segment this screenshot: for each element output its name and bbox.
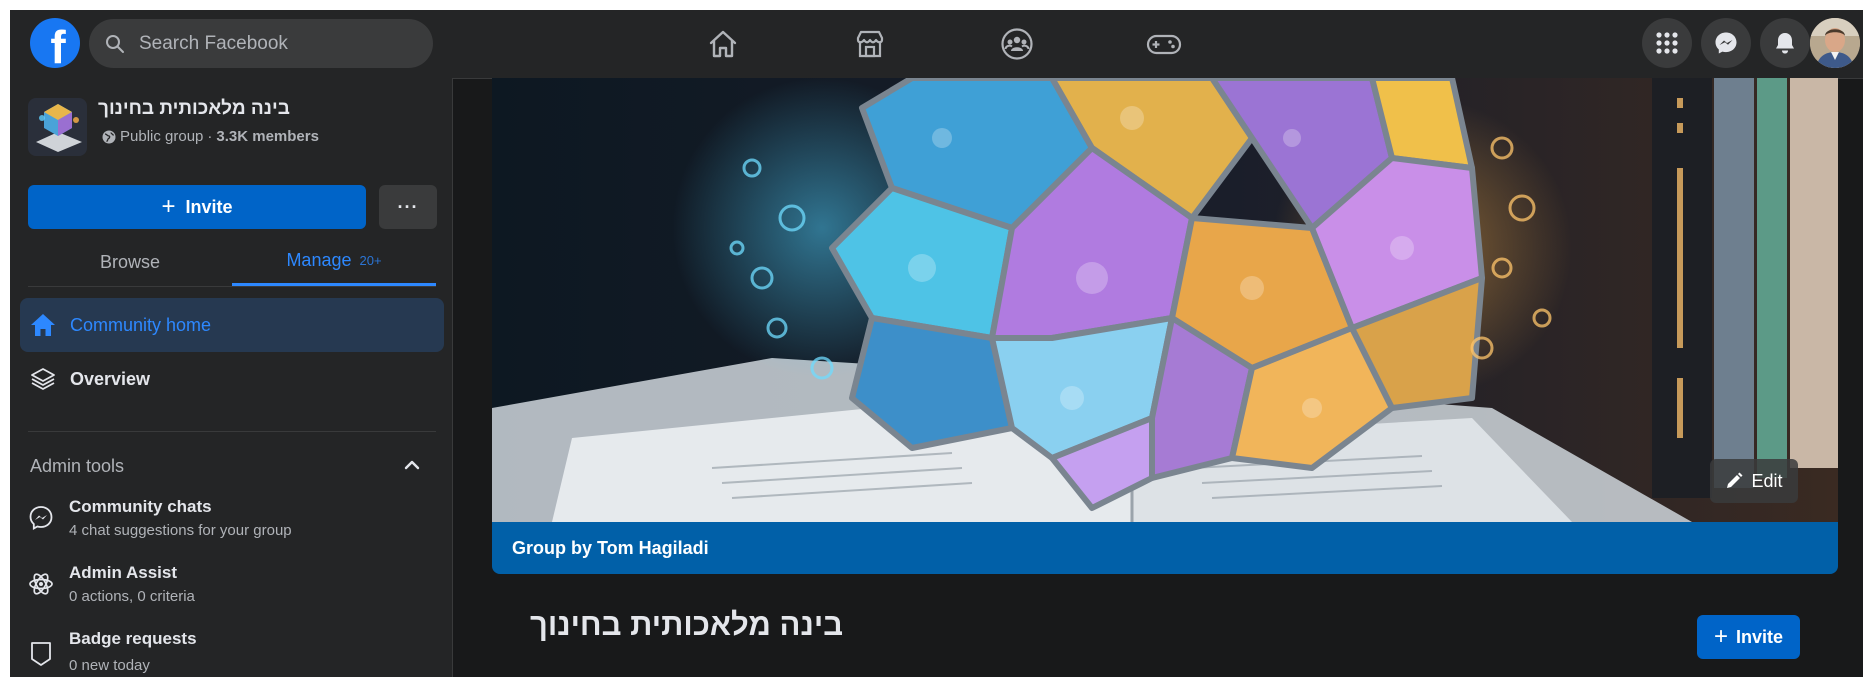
group-meta: Public group · 3.3K members xyxy=(102,128,319,145)
groups-tab[interactable] xyxy=(972,18,1062,70)
facebook-logo[interactable]: f xyxy=(30,18,80,68)
home-tab[interactable] xyxy=(678,18,768,70)
sidebar-item-label: Overview xyxy=(70,368,151,389)
badge-icon xyxy=(28,641,54,667)
admin-tools-heading: Admin tools xyxy=(30,456,125,476)
sidebar-item-overview[interactable]: Overview xyxy=(20,352,444,406)
main-invite-button[interactable]: + Invite xyxy=(1697,615,1800,659)
tab-manage-label: Manage xyxy=(286,250,352,270)
sidebar-group-name[interactable]: בינה מלאכותית בחינוך xyxy=(98,98,290,120)
gaming-tab[interactable] xyxy=(1119,18,1209,70)
marketplace-tab[interactable] xyxy=(825,18,915,70)
manage-badge: 20+ xyxy=(359,253,382,268)
sidebar-divider xyxy=(28,431,436,432)
page-title[interactable]: בינה מלאכותית בחינוך xyxy=(530,607,843,643)
group-member-count[interactable]: 3.3K members xyxy=(216,128,319,145)
group-by-banner: Group by Tom Hagiladi xyxy=(492,522,1838,574)
tool-subtitle: 0 new today xyxy=(69,657,150,674)
menu-button[interactable] xyxy=(1642,18,1692,68)
marketplace-icon xyxy=(856,30,884,58)
gaming-icon xyxy=(1146,34,1182,55)
profile-photo xyxy=(1810,18,1860,68)
chevron-up-icon[interactable] xyxy=(403,458,421,477)
tabs-divider xyxy=(28,286,436,287)
messenger-button[interactable] xyxy=(1701,18,1751,68)
tool-title: Admin Assist xyxy=(69,563,178,582)
top-navigation-bar: f xyxy=(10,10,1863,79)
edit-cover-button[interactable]: Edit xyxy=(1710,459,1798,503)
home-icon xyxy=(28,313,58,337)
group-privacy[interactable]: Public group xyxy=(120,128,203,145)
sidebar-item-label: Community home xyxy=(70,314,212,335)
search-icon xyxy=(106,34,124,53)
messenger-icon xyxy=(1715,32,1737,54)
messenger-outline-icon xyxy=(28,505,54,531)
facebook-logo-letter: f xyxy=(50,21,66,68)
group-thumbnail-image xyxy=(28,98,87,156)
tab-manage[interactable]: Manage 20+ xyxy=(232,238,436,286)
sidebar-invite-button[interactable]: + Invite xyxy=(28,185,366,229)
atom-icon xyxy=(28,571,54,597)
group-thumbnail[interactable] xyxy=(28,98,87,156)
group-sidebar: בינה מלאכותית בחינוך Public group · 3.3K… xyxy=(10,78,453,677)
facebook-window: f Search Facebook בינה מלאכותית בחינוך P… xyxy=(10,10,1863,677)
search-box[interactable] xyxy=(89,19,433,68)
more-options-button[interactable]: ··· xyxy=(379,185,437,229)
menu-grid-icon xyxy=(1656,32,1678,54)
group-by-text[interactable]: Group by Tom Hagiladi xyxy=(512,538,709,559)
home-icon xyxy=(709,30,737,58)
invite-label: Invite xyxy=(1736,626,1784,647)
admin-tool-community-chats[interactable]: Community chats 4 chat suggestions for y… xyxy=(28,497,438,553)
invite-label: Invite xyxy=(185,196,233,217)
meta-separator: · xyxy=(207,128,213,145)
plus-icon: + xyxy=(161,193,176,220)
tool-subtitle: 0 actions, 0 criteria xyxy=(69,588,195,605)
pencil-icon xyxy=(1727,472,1743,488)
tab-browse[interactable]: Browse xyxy=(28,238,232,286)
sidebar-item-community-home[interactable]: Community home xyxy=(20,298,444,352)
edit-label: Edit xyxy=(1751,470,1783,491)
plus-icon: + xyxy=(1713,623,1728,650)
profile-avatar[interactable] xyxy=(1810,18,1860,68)
tab-browse-label: Browse xyxy=(99,251,161,272)
groups-icon xyxy=(1001,28,1033,60)
admin-tool-admin-assist[interactable]: Admin Assist 0 actions, 0 criteria xyxy=(28,563,438,619)
admin-tool-badge-requests[interactable]: Badge requests 0 new today xyxy=(28,629,438,677)
globe-icon xyxy=(102,130,116,143)
more-icon: ··· xyxy=(397,196,419,217)
cover-photo[interactable] xyxy=(492,78,1838,522)
tool-title: Community chats xyxy=(69,497,212,516)
search-input[interactable] xyxy=(137,31,411,56)
tool-subtitle: 4 chat suggestions for your group xyxy=(69,522,292,539)
cover-image xyxy=(492,78,1838,522)
notifications-icon xyxy=(1776,33,1794,54)
layers-icon xyxy=(28,367,58,391)
notifications-button[interactable] xyxy=(1760,18,1810,68)
tool-title: Badge requests xyxy=(69,629,197,648)
